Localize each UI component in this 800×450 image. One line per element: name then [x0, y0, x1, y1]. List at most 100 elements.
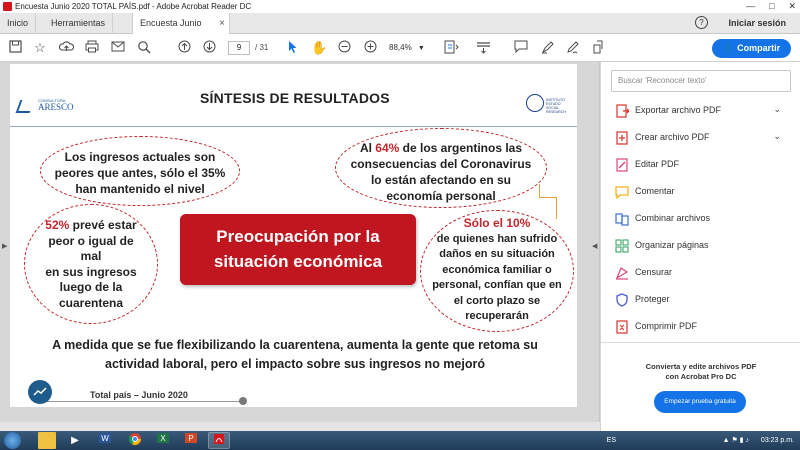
- horizontal-scrollbar[interactable]: [0, 422, 600, 431]
- tool-create-pdf[interactable]: Crear archivo PDF ⌄: [615, 129, 785, 149]
- summary-line-1: A medida que se fue flexibilizando la cu…: [52, 338, 538, 352]
- chevron-down-icon[interactable]: ⌄: [773, 131, 781, 142]
- svg-text:X: X: [160, 434, 166, 443]
- scroll-mode-icon[interactable]: [475, 40, 491, 56]
- tool-compress-pdf[interactable]: Comprimir PDF: [615, 318, 785, 338]
- document-view[interactable]: ▶ ◀ CONSULTORA ARESCO SÍNTESIS DE RESULT…: [0, 62, 600, 431]
- organize-pages-icon: [615, 239, 629, 253]
- highlight-pen-icon[interactable]: [540, 40, 555, 56]
- fit-page-icon[interactable]: [443, 40, 459, 56]
- tool-label: Proteger: [635, 294, 670, 304]
- search-zoom-icon[interactable]: [136, 40, 151, 56]
- explorer-folder-icon[interactable]: [38, 432, 56, 449]
- footer-line: [43, 401, 243, 402]
- minimize-button[interactable]: —: [746, 0, 755, 13]
- chrome-browser-icon[interactable]: [124, 432, 146, 449]
- finding-4-line-2: de quienes han sufrido: [436, 232, 558, 245]
- finding-2-pre: Al: [359, 141, 376, 155]
- finding-4-line-3: daños en su situación: [439, 248, 555, 260]
- tool-organize-pages[interactable]: Organizar páginas: [615, 237, 785, 257]
- protect-icon: [615, 293, 629, 307]
- previous-page-icon[interactable]: [177, 40, 191, 56]
- page-number-input[interactable]: 9: [228, 41, 250, 55]
- tools-search-input[interactable]: Buscar 'Reconocer texto': [611, 70, 791, 92]
- close-window-button[interactable]: ✕: [788, 0, 796, 13]
- free-trial-button[interactable]: Empezar prueba gratuita: [654, 391, 746, 413]
- window-controls: — □ ✕: [746, 0, 796, 13]
- comment-tool-icon[interactable]: [513, 40, 528, 56]
- finding-3-line-2: peor o igual de: [48, 233, 134, 248]
- page-total-label: / 31: [255, 43, 269, 52]
- chevron-down-icon[interactable]: ⌄: [773, 104, 781, 115]
- export-pdf-icon: [615, 104, 630, 118]
- combine-files-icon: [615, 212, 629, 226]
- tool-label: Crear archivo PDF: [635, 132, 710, 142]
- tool-label: Censurar: [635, 267, 673, 277]
- finding-3-line-5: luego de la: [59, 280, 123, 294]
- finding-4-head: Sólo el 10%: [463, 216, 531, 230]
- email-icon[interactable]: [110, 40, 125, 56]
- finding-text-4: Sólo el 10% de quienes han sufrido daños…: [426, 216, 568, 325]
- share-button[interactable]: 👤 Compartir: [712, 39, 791, 58]
- tool-combine-files[interactable]: Combinar archivos: [615, 210, 785, 230]
- left-panel-toggle-icon[interactable]: ▶: [2, 242, 7, 250]
- connector-line-vertical: [539, 184, 540, 198]
- window-title: Encuesta Junio 2020 TOTAL PAÍS.pdf - Ado…: [15, 2, 252, 11]
- finding-2-post: de los argentinos las: [399, 141, 523, 155]
- tab-home[interactable]: Inicio: [0, 13, 37, 34]
- finding-text-1: Los ingresos actuales son peores que ant…: [46, 149, 234, 197]
- word-app-icon[interactable]: W: [94, 432, 116, 449]
- tool-comment[interactable]: Comentar: [615, 183, 785, 203]
- edit-pdf-icon: [615, 158, 629, 172]
- taskbar-clock[interactable]: 03:23 p.m.: [761, 437, 794, 444]
- summary-line-2: actividad laboral, pero el impacto sobre…: [105, 357, 485, 371]
- acrobat-taskbar-icon[interactable]: [208, 432, 230, 449]
- finding-4-line-5: personal, confían que en: [432, 279, 562, 291]
- finding-2-percent: 64%: [375, 141, 400, 155]
- media-player-icon[interactable]: ▶: [64, 432, 86, 449]
- finding-4-line-4: económica familiar o: [442, 263, 552, 276]
- zoom-level-value: 88,4%: [389, 43, 412, 52]
- tool-edit-pdf[interactable]: Editar PDF: [615, 156, 785, 176]
- hand-tool-icon[interactable]: ✋: [311, 40, 327, 56]
- upload-cloud-icon[interactable]: [58, 40, 74, 56]
- share-link-icon[interactable]: [590, 40, 605, 56]
- finding-3-line-1: 52% prevé estar: [30, 218, 152, 234]
- select-cursor-icon[interactable]: [287, 40, 299, 56]
- trend-chart-icon: [28, 380, 52, 404]
- language-indicator[interactable]: ES: [607, 431, 616, 450]
- headline-box: Preocupación por la situación económica: [180, 214, 416, 285]
- excel-app-icon[interactable]: X: [152, 432, 174, 449]
- tray-icons[interactable]: ▲ ⚑ ▮ ♪: [723, 437, 749, 444]
- zoom-in-icon[interactable]: [363, 40, 377, 56]
- headline-line-1: Preocupación por la: [216, 227, 380, 246]
- research-institute-logo: INSTITUTO ESTADO SOCIAL RESEARCH: [526, 92, 568, 120]
- tool-redact[interactable]: Censurar: [615, 264, 785, 284]
- right-panel-toggle-icon[interactable]: ◀: [592, 242, 597, 250]
- sign-tool-icon[interactable]: [565, 40, 580, 56]
- tab-bar: Inicio Herramientas Encuesta Junio 202..…: [0, 13, 800, 49]
- windows-start-button[interactable]: [4, 432, 21, 449]
- finding-text-3: 52% prevé estar peor o igual de mal en s…: [30, 218, 152, 311]
- powerpoint-app-icon[interactable]: P: [180, 432, 202, 449]
- sign-in-link[interactable]: Iniciar sesión: [728, 13, 786, 34]
- tool-export-pdf[interactable]: Exportar archivo PDF ⌄: [615, 102, 785, 122]
- comment-icon: [615, 185, 629, 200]
- next-page-icon[interactable]: [202, 40, 216, 56]
- help-icon[interactable]: ?: [695, 16, 708, 29]
- tab-tools[interactable]: Herramientas: [44, 13, 114, 34]
- finding-3-line-3: mal: [80, 249, 102, 263]
- footer-label: Total país – Junio 2020: [90, 390, 188, 400]
- close-tab-icon[interactable]: ×: [219, 13, 225, 34]
- save-icon[interactable]: [8, 40, 22, 56]
- zoom-level-dropdown[interactable]: 88,4% ▼: [389, 41, 433, 55]
- create-pdf-icon: [615, 131, 629, 145]
- print-icon[interactable]: [84, 40, 99, 56]
- zoom-out-icon[interactable]: [337, 40, 351, 56]
- tool-protect[interactable]: Proteger: [615, 291, 785, 311]
- bookmark-star-icon[interactable]: ☆: [33, 40, 47, 56]
- maximize-button[interactable]: □: [769, 0, 774, 13]
- main-toolbar: ☆ 9 / 31 ✋ 88,4% ▼ 👤 Compartir: [0, 34, 800, 62]
- tab-document[interactable]: Encuesta Junio 202... ×: [132, 13, 230, 49]
- compress-pdf-icon: [615, 320, 629, 334]
